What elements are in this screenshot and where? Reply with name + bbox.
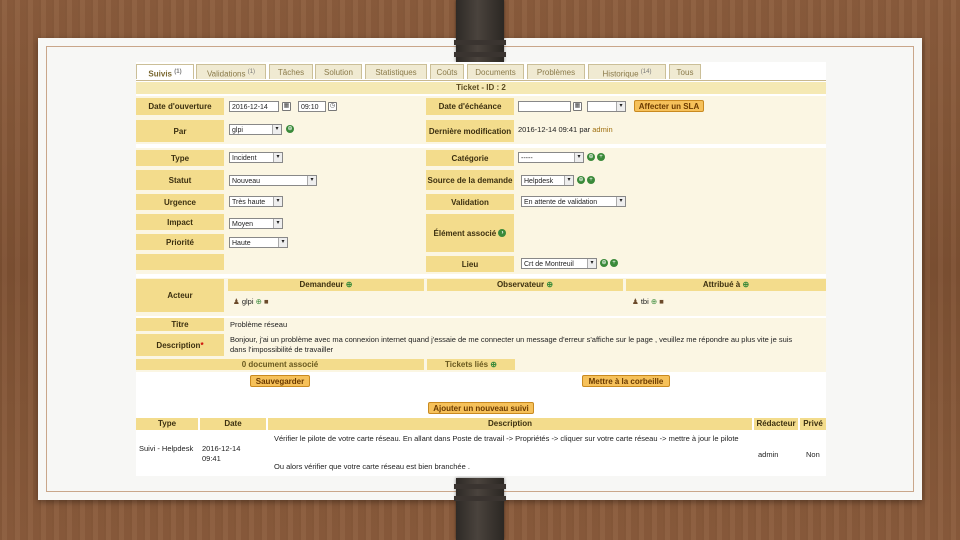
followups-header-date: Date <box>200 418 266 430</box>
heure-ouverture-input[interactable]: 09:10 <box>298 101 326 112</box>
description-label: Description * <box>136 334 224 356</box>
search-icon-categorie[interactable]: ⊕ <box>587 153 595 161</box>
calendar-icon-echeance[interactable]: ▦ <box>573 102 582 111</box>
followup-private: Non <box>806 450 820 459</box>
tab-problemes[interactable]: Problèmes <box>527 64 585 79</box>
type-label: Type <box>136 150 224 166</box>
date-echeance-label: Date d'échéance <box>426 98 514 115</box>
tab-documents[interactable]: Documents <box>467 64 524 79</box>
save-button[interactable]: Sauvegarder <box>250 375 310 387</box>
tab-couts[interactable]: Coûts <box>430 64 464 79</box>
priorite-select[interactable]: Haute ▾ <box>229 237 288 248</box>
attribue-header: Attribué à ⊕ <box>626 279 826 291</box>
search-icon[interactable]: ⊕ <box>286 125 294 133</box>
date-ouverture-input[interactable]: 2016-12-14 <box>229 101 279 112</box>
add-icon-source[interactable]: + <box>587 176 595 184</box>
followup-date: 2016-12-14 09:41 <box>202 444 241 463</box>
tab-historique[interactable]: Historique (14) <box>588 64 666 79</box>
attribue-entry: ♟ tbi ⊕ ■ <box>632 297 664 306</box>
search-icon-source[interactable]: ⊕ <box>577 176 585 184</box>
add-observateur-icon[interactable]: ⊕ <box>546 280 553 289</box>
ticket-title: Ticket - ID : 2 <box>136 82 826 94</box>
statut-select[interactable]: Nouveau ▾ <box>229 175 317 186</box>
tab-solution[interactable]: Solution <box>315 64 362 79</box>
statut-label: Statut <box>136 170 224 190</box>
source-label: Source de la demande <box>426 170 514 190</box>
search-icon-lieu[interactable]: ⊕ <box>600 259 608 267</box>
tab-taches[interactable]: Tâches <box>269 64 313 79</box>
admin-link[interactable]: admin <box>592 125 612 134</box>
delete-user-icon[interactable]: ■ <box>264 297 269 306</box>
add-icon-lieu[interactable]: + <box>610 259 618 267</box>
add-element-icon[interactable]: › <box>498 229 507 237</box>
acteur-label: Acteur <box>136 279 224 312</box>
bottom-strap <box>454 478 506 540</box>
search-tech-icon[interactable]: ⊕ <box>651 297 657 306</box>
top-strap <box>454 0 506 62</box>
element-associe-label: Élément associé › <box>426 214 514 252</box>
derniere-modif-label: Dernière modification <box>426 120 514 142</box>
tickets-lies-bar: Tickets liés ⊕ <box>427 359 515 370</box>
documents-bar[interactable]: 0 document associé <box>136 359 424 370</box>
categorie-label: Catégorie <box>426 150 514 166</box>
tab-validations[interactable]: Validations (1) <box>196 64 266 79</box>
followup-description-2: Ou alors vérifier que votre carte réseau… <box>274 462 470 471</box>
followups-header-prive: Privé <box>800 418 826 430</box>
tab-tous[interactable]: Tous <box>669 64 701 79</box>
tab-statistiques[interactable]: Statistiques <box>365 64 427 79</box>
add-followup-button[interactable]: Ajouter un nouveau suivi <box>428 402 534 414</box>
ticket-form: Suivis (1) Validations (1) Tâches Soluti… <box>136 62 826 476</box>
par-select[interactable]: glpi ▾ <box>229 124 282 135</box>
urgence-select[interactable]: Très haute ▾ <box>229 196 283 207</box>
demandeur-header: Demandeur ⊕ <box>228 279 424 291</box>
validation-select[interactable]: En attente de validation ▾ <box>521 196 626 207</box>
followups-header-redacteur: Rédacteur <box>754 418 798 430</box>
followup-type: Suivi - Helpdesk <box>139 444 194 453</box>
add-attribue-icon[interactable]: ⊕ <box>742 280 749 289</box>
lieu-select[interactable]: Crt de Montreuil ▾ <box>521 258 597 269</box>
titre-value[interactable]: Problème réseau <box>230 320 287 330</box>
followups-header-description: Description <box>268 418 752 430</box>
tab-suivis[interactable]: Suivis (1) <box>136 64 194 79</box>
impact-label: Impact <box>136 214 224 230</box>
affecter-sla-button[interactable]: Affecter un SLA <box>634 100 704 112</box>
tech-user-icon: ♟ <box>632 297 639 306</box>
impact-select[interactable]: Moyen ▾ <box>229 218 283 229</box>
add-icon-categorie[interactable]: + <box>597 153 605 161</box>
demandeur-entry: ♟ glpi ⊕ ■ <box>233 297 269 306</box>
categorie-select[interactable]: ----- ▾ <box>518 152 584 163</box>
delete-tech-icon[interactable]: ■ <box>659 297 664 306</box>
tab-bar: Suivis (1) Validations (1) Tâches Soluti… <box>136 64 826 81</box>
date-echeance-input[interactable] <box>518 101 571 112</box>
type-select[interactable]: Incident ▾ <box>229 152 283 163</box>
clock-icon[interactable]: ◷ <box>328 102 337 111</box>
observateur-header: Observateur ⊕ <box>427 279 623 291</box>
empty-label <box>136 254 224 270</box>
add-demandeur-icon[interactable]: ⊕ <box>346 280 353 289</box>
derniere-modif-value: 2016-12-14 09:41 par admin <box>518 125 613 134</box>
titre-label: Titre <box>136 318 224 331</box>
followup-author: admin <box>758 450 779 459</box>
trash-button[interactable]: Mettre à la corbeille <box>582 375 670 387</box>
heure-echeance-select[interactable]: ▾ <box>587 101 626 112</box>
urgence-label: Urgence <box>136 194 224 210</box>
source-select[interactable]: Helpdesk ▾ <box>521 175 574 186</box>
par-label: Par <box>136 120 224 142</box>
add-ticket-lie-icon[interactable]: ⊕ <box>490 360 497 369</box>
description-value[interactable]: Bonjour, j'ai un problème avec ma connex… <box>230 335 810 355</box>
search-user-icon[interactable]: ⊕ <box>256 297 262 306</box>
lieu-label: Lieu <box>426 256 514 272</box>
user-icon: ♟ <box>233 297 240 306</box>
priorite-label: Priorité <box>136 234 224 250</box>
validation-label: Validation <box>426 194 514 210</box>
followups-header-type: Type <box>136 418 198 430</box>
calendar-icon[interactable]: ▦ <box>282 102 291 111</box>
date-ouverture-label: Date d'ouverture <box>136 98 224 115</box>
followup-description-1: Vérifier le pilote de votre carte réseau… <box>274 434 739 443</box>
